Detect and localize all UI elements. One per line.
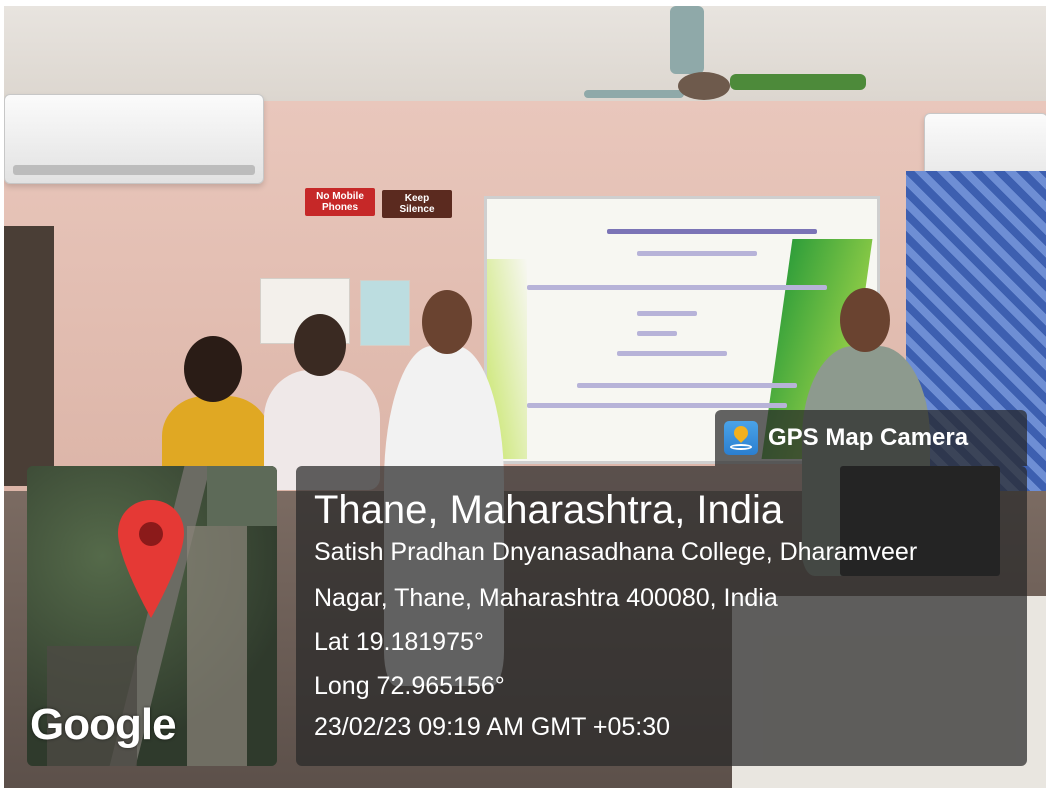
latitude: Lat 19.181975° <box>314 628 484 656</box>
air-conditioner-left <box>4 94 264 184</box>
person-head <box>422 290 472 354</box>
address-line-1: Satish Pradhan Dnyanasadhana College, Dh… <box>314 538 918 566</box>
person-head <box>184 336 242 402</box>
location-marker-icon <box>118 500 184 618</box>
fan-blade <box>730 74 866 90</box>
person-head <box>294 314 346 376</box>
wall-notice <box>360 280 410 346</box>
person-head <box>840 288 890 352</box>
app-title: GPS Map Camera <box>768 424 969 451</box>
keep-silence-sign: Keep Silence <box>382 190 452 218</box>
timestamp: 23/02/23 09:19 AM GMT +05:30 <box>314 713 671 741</box>
address-line-2: Nagar, Thane, Maharashtra 400080, India <box>314 584 778 612</box>
map-pin-icon <box>724 421 758 455</box>
shelf <box>4 226 54 486</box>
fan-blade <box>584 90 684 98</box>
ceiling-fan <box>678 72 730 100</box>
longitude: Long 72.965156° <box>314 672 505 700</box>
no-mobile-sign: No Mobile Phones <box>305 188 375 216</box>
ceiling <box>4 6 1046 101</box>
app-badge: GPS Map Camera <box>715 410 1027 466</box>
fan-blade <box>670 6 704 74</box>
google-watermark: Google <box>30 700 177 749</box>
city-heading: Thane, Maharashtra, India <box>314 488 784 532</box>
